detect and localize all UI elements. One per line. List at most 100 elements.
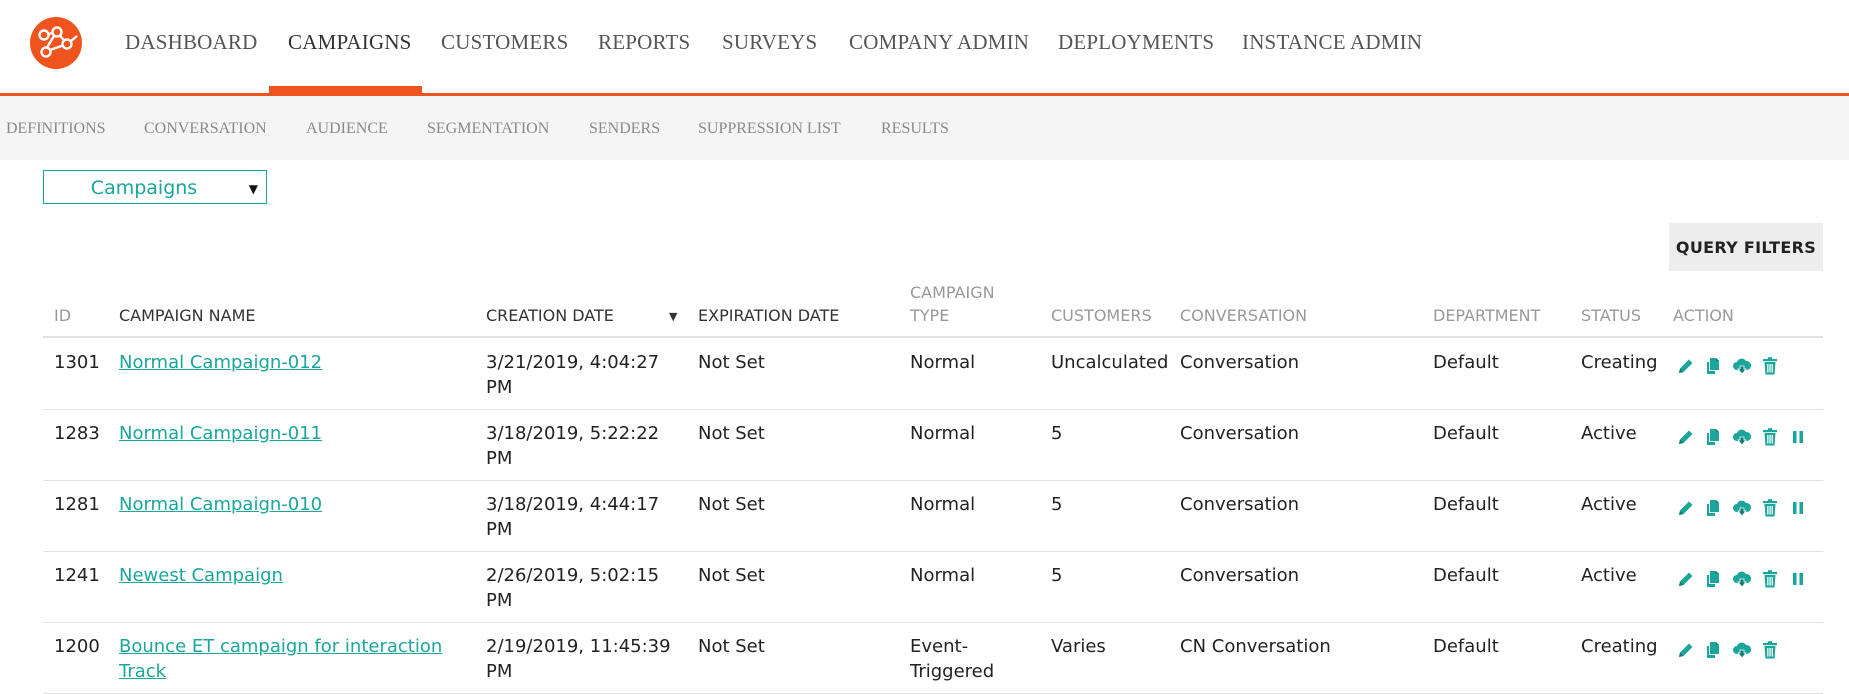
cloud-download-icon[interactable] xyxy=(1732,498,1752,518)
edit-icon[interactable] xyxy=(1676,498,1696,518)
cell-id: 1281 xyxy=(54,494,100,515)
trash-icon[interactable] xyxy=(1760,427,1780,447)
col-header-status[interactable]: STATUS xyxy=(1581,306,1641,325)
cell-campaign-type: Normal xyxy=(910,494,976,515)
subnav-suppression-list[interactable]: SUPPRESSION LIST xyxy=(698,120,841,138)
cloud-download-icon[interactable] xyxy=(1732,569,1752,589)
subnav-results[interactable]: RESULTS xyxy=(881,120,949,138)
cell-creation-date-cont: PM xyxy=(486,448,513,469)
campaign-name-link[interactable]: Newest Campaign xyxy=(119,563,283,588)
subnav-definitions[interactable]: DEFINITIONS xyxy=(6,120,106,138)
view-selector-dropdown[interactable]: Campaigns ▼ xyxy=(43,170,267,204)
cell-expiration-date: Not Set xyxy=(698,352,765,373)
cell-department: Default xyxy=(1433,494,1499,515)
view-selector-value: Campaigns xyxy=(90,177,198,199)
cell-status: Active xyxy=(1581,565,1637,586)
subnav-audience[interactable]: AUDIENCE xyxy=(306,120,388,138)
cell-expiration-date: Not Set xyxy=(698,565,765,586)
edit-icon[interactable] xyxy=(1676,640,1696,660)
nav-dashboard[interactable]: DASHBOARD xyxy=(125,30,258,55)
subnav-conversation[interactable]: CONVERSATION xyxy=(144,120,267,138)
col-header-conversation[interactable]: CONVERSATION xyxy=(1180,306,1307,325)
cell-creation-date: 3/18/2019, 5:22:22 xyxy=(486,423,660,444)
cell-id: 1301 xyxy=(54,352,100,373)
campaign-name-link[interactable]: Bounce ET campaign for interaction xyxy=(119,634,442,659)
cell-creation-date: 2/26/2019, 5:02:15 xyxy=(486,565,660,586)
cloud-download-icon[interactable] xyxy=(1732,356,1752,376)
pause-icon[interactable] xyxy=(1788,427,1808,447)
cell-status: Creating xyxy=(1581,352,1658,373)
cell-expiration-date: Not Set xyxy=(698,423,765,444)
cell-conversation: CN Conversation xyxy=(1180,636,1331,657)
campaign-name-link[interactable]: Normal Campaign-010 xyxy=(119,492,322,517)
copy-icon[interactable] xyxy=(1704,427,1724,447)
cell-customers: Varies xyxy=(1051,636,1106,657)
cell-creation-date: 3/18/2019, 4:44:17 xyxy=(486,494,660,515)
cell-department: Default xyxy=(1433,352,1499,373)
pause-icon[interactable] xyxy=(1788,498,1808,518)
sort-descending-icon[interactable]: ▼ xyxy=(669,310,677,323)
cell-creation-date-cont: PM xyxy=(486,377,513,398)
cell-customers: 5 xyxy=(1051,565,1063,586)
cell-status: Active xyxy=(1581,494,1637,515)
cell-id: 1241 xyxy=(54,565,100,586)
trash-icon[interactable] xyxy=(1760,498,1780,518)
cell-customers: 5 xyxy=(1051,423,1063,444)
subnav-senders[interactable]: SENDERS xyxy=(589,120,660,138)
copy-icon[interactable] xyxy=(1704,569,1724,589)
col-header-creation-date[interactable]: CREATION DATE xyxy=(486,306,614,325)
col-header-action: ACTION xyxy=(1673,306,1734,325)
row-divider xyxy=(43,409,1823,410)
cloud-download-icon[interactable] xyxy=(1732,640,1752,660)
nav-surveys[interactable]: SURVEYS xyxy=(722,30,817,55)
cell-department: Default xyxy=(1433,636,1499,657)
cell-creation-date-cont: PM xyxy=(486,661,513,682)
edit-icon[interactable] xyxy=(1676,356,1696,376)
cell-id: 1283 xyxy=(54,423,100,444)
cell-creation-date-cont: PM xyxy=(486,519,513,540)
subnav-segmentation[interactable]: SEGMENTATION xyxy=(427,120,549,138)
cell-id: 1200 xyxy=(54,636,100,657)
nav-company-admin[interactable]: COMPANY ADMIN xyxy=(849,30,1029,55)
copy-icon[interactable] xyxy=(1704,498,1724,518)
cell-campaign-type: Normal xyxy=(910,565,976,586)
nav-campaigns[interactable]: CAMPAIGNS xyxy=(288,30,412,55)
cell-status: Creating xyxy=(1581,636,1658,657)
cell-creation-date: 3/21/2019, 4:04:27 xyxy=(486,352,660,373)
campaign-name-link[interactable]: Normal Campaign-011 xyxy=(119,421,322,446)
campaign-name-link-cont[interactable]: Track xyxy=(119,659,166,684)
cell-expiration-date: Not Set xyxy=(698,494,765,515)
edit-icon[interactable] xyxy=(1676,427,1696,447)
nav-customers[interactable]: CUSTOMERS xyxy=(441,30,568,55)
campaign-name-link[interactable]: Normal Campaign-012 xyxy=(119,350,322,375)
trash-icon[interactable] xyxy=(1760,640,1780,660)
pause-icon[interactable] xyxy=(1788,569,1808,589)
edit-icon[interactable] xyxy=(1676,569,1696,589)
col-header-expiration-date[interactable]: EXPIRATION DATE xyxy=(698,306,839,325)
copy-icon[interactable] xyxy=(1704,356,1724,376)
cell-creation-date-cont: PM xyxy=(486,590,513,611)
caret-down-icon: ▼ xyxy=(248,182,258,196)
row-divider xyxy=(43,622,1823,623)
nav-reports[interactable]: REPORTS xyxy=(598,30,690,55)
cell-creation-date: 2/19/2019, 11:45:39 xyxy=(486,636,671,657)
network-logo-icon[interactable] xyxy=(30,17,82,69)
col-header-campaign-type-line2[interactable]: TYPE xyxy=(910,306,949,325)
col-header-department[interactable]: DEPARTMENT xyxy=(1433,306,1540,325)
copy-icon[interactable] xyxy=(1704,640,1724,660)
col-header-customers[interactable]: CUSTOMERS xyxy=(1051,306,1152,325)
query-filters-button[interactable]: QUERY FILTERS xyxy=(1669,223,1823,271)
col-header-campaign-name[interactable]: CAMPAIGN NAME xyxy=(119,306,256,325)
cloud-download-icon[interactable] xyxy=(1732,427,1752,447)
cell-customers: 5 xyxy=(1051,494,1063,515)
trash-icon[interactable] xyxy=(1760,356,1780,376)
col-header-campaign-type-line1[interactable]: CAMPAIGN xyxy=(910,283,995,302)
trash-icon[interactable] xyxy=(1760,569,1780,589)
cell-expiration-date: Not Set xyxy=(698,636,765,657)
col-header-id[interactable]: ID xyxy=(54,306,71,325)
nav-deployments[interactable]: DEPLOYMENTS xyxy=(1058,30,1214,55)
row-divider xyxy=(43,480,1823,481)
nav-instance-admin[interactable]: INSTANCE ADMIN xyxy=(1242,30,1422,55)
header-divider xyxy=(43,336,1823,338)
cell-campaign-type-cont: Triggered xyxy=(910,661,995,682)
